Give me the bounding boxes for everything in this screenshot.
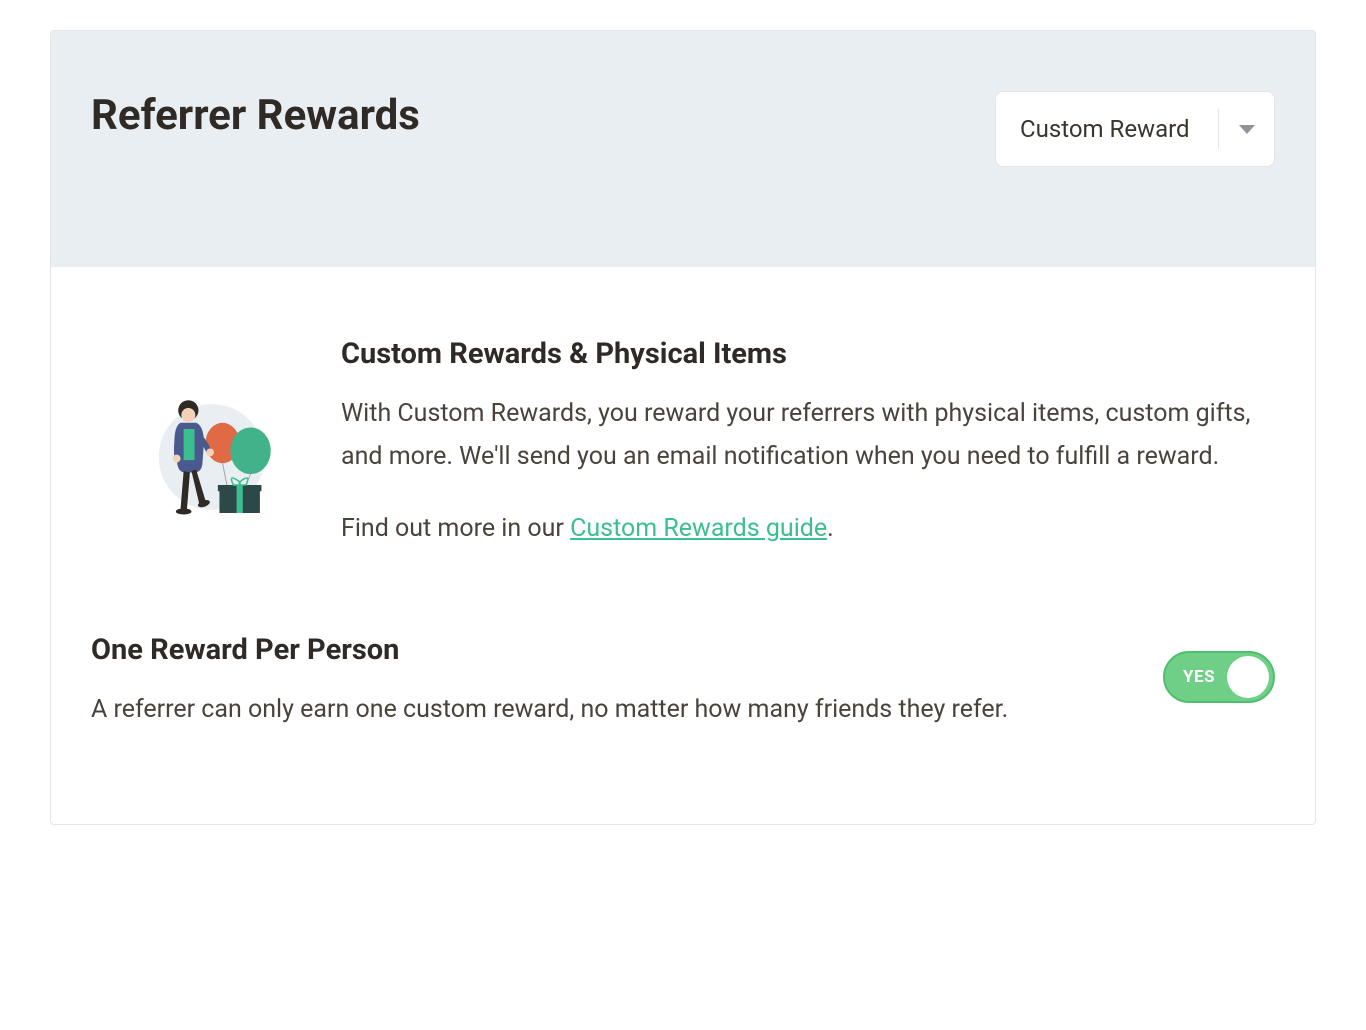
reward-type-select[interactable]: Custom Reward — [995, 91, 1275, 167]
setting-description: A referrer can only earn one custom rewa… — [91, 695, 1123, 724]
intro-link-prefix: Find out more in our — [341, 514, 570, 543]
referrer-rewards-card: Referrer Rewards Custom Reward — [50, 30, 1316, 825]
intro-text: Custom Rewards & Physical Items With Cus… — [341, 337, 1275, 543]
intro-description: With Custom Rewards, you reward your ref… — [341, 393, 1275, 478]
reward-type-selected-label: Custom Reward — [1020, 115, 1218, 143]
page-title: Referrer Rewards — [91, 91, 420, 140]
intro-heading: Custom Rewards & Physical Items — [341, 337, 1275, 371]
setting-text: One Reward Per Person A referrer can onl… — [91, 633, 1123, 724]
intro-link-line: Find out more in our Custom Rewards guid… — [341, 514, 1275, 543]
chevron-down-icon — [1239, 125, 1255, 134]
custom-rewards-illustration — [91, 337, 291, 537]
card-header: Referrer Rewards Custom Reward — [51, 31, 1315, 267]
person-balloons-gift-icon — [151, 377, 291, 537]
intro-row: Custom Rewards & Physical Items With Cus… — [91, 337, 1275, 543]
toggle-state-label: YES — [1183, 667, 1215, 687]
intro-link-suffix: . — [827, 514, 834, 543]
custom-rewards-guide-link[interactable]: Custom Rewards guide — [570, 514, 827, 543]
card-body: Custom Rewards & Physical Items With Cus… — [51, 267, 1315, 824]
one-reward-toggle[interactable]: YES — [1163, 651, 1275, 703]
reward-type-caret-wrap — [1218, 109, 1274, 149]
one-reward-setting-row: One Reward Per Person A referrer can onl… — [91, 633, 1275, 724]
setting-heading: One Reward Per Person — [91, 633, 1123, 667]
toggle-knob — [1227, 656, 1269, 698]
